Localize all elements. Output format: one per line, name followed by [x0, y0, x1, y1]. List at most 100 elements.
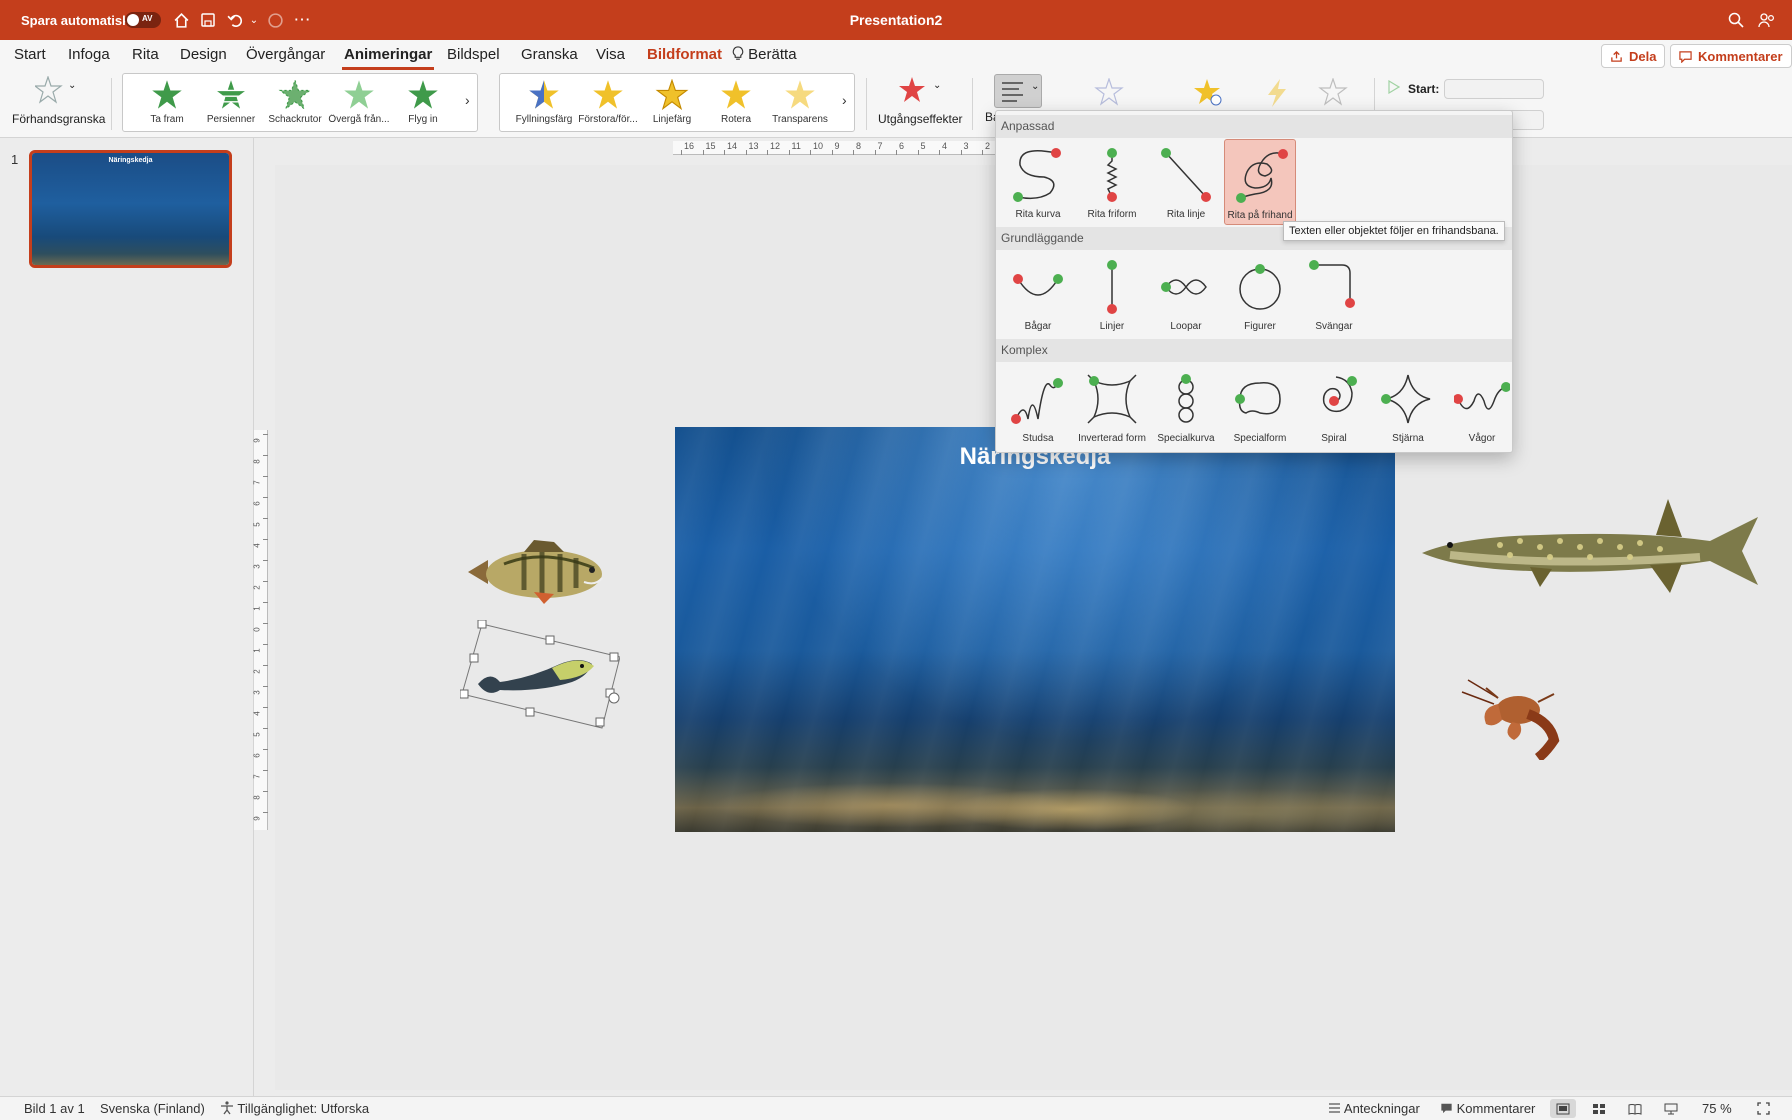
ruler-tick [681, 150, 682, 155]
effect-rotera[interactable]: Rotera [704, 74, 768, 131]
paths-dropdown-icon: ⌄ [1031, 81, 1040, 92]
path-label: Specialkurva [1157, 433, 1215, 444]
path-studsa[interactable]: Studsa [1002, 363, 1074, 449]
path-spiral[interactable]: Spiral [1298, 363, 1370, 449]
preview-button[interactable]: ⌄ Förhandsgranska [8, 74, 105, 132]
normal-view-icon[interactable] [1550, 1099, 1576, 1118]
fit-to-window-icon[interactable] [1750, 1099, 1776, 1118]
language-status[interactable]: Svenska (Finland) [100, 1101, 205, 1116]
spiral-icon [1322, 376, 1357, 413]
lightbulb-icon [732, 46, 744, 60]
path-inverterad-form[interactable]: Inverterad form [1076, 363, 1148, 449]
comments-button[interactable]: Kommentarer [1670, 44, 1792, 68]
tab-start[interactable]: Start [12, 44, 48, 70]
tab-bildspel[interactable]: Bildspel [445, 44, 502, 70]
motion-paths-button[interactable]: ⌄ [994, 74, 1042, 108]
effect-transparens[interactable]: Transparens [768, 74, 832, 131]
home-icon[interactable] [169, 8, 193, 32]
slideshow-icon[interactable] [1658, 1099, 1684, 1118]
path-figurer[interactable]: Figurer [1224, 251, 1296, 337]
path-linjer[interactable]: Linjer [1076, 251, 1148, 337]
path-specialkurva[interactable]: Specialkurva [1150, 363, 1222, 449]
path-label: Loopar [1170, 321, 1202, 332]
toggle-knob [127, 14, 139, 26]
perch-image[interactable] [464, 538, 618, 611]
effect-schackrutor[interactable]: Schackrutor [263, 74, 327, 131]
path-rita-kurva[interactable]: Rita kurva [1002, 139, 1074, 225]
share-button[interactable]: Dela [1601, 44, 1666, 68]
reorder-icon[interactable] [1318, 77, 1352, 113]
ruler-tick [917, 150, 919, 155]
effect-fyllningsfarg[interactable]: Fyllningsfärg [512, 74, 576, 131]
ruler-label: 7 [252, 480, 262, 485]
path-loopar[interactable]: Loopar [1150, 251, 1222, 337]
tab-overgangar[interactable]: Övergångar [244, 44, 327, 70]
ruler-label: 0 [252, 627, 262, 632]
ruler-tick [853, 150, 854, 155]
gallery-next-icon[interactable]: › [465, 92, 470, 108]
ruler-tick [263, 665, 268, 666]
tab-rita[interactable]: Rita [130, 44, 161, 70]
autosave-toggle[interactable]: AV [125, 12, 161, 28]
tab-infoga[interactable]: Infoga [66, 44, 112, 70]
rotate-star-icon [721, 80, 751, 109]
inverted-square-icon [1087, 374, 1137, 424]
loop-icon [1161, 279, 1207, 295]
status-comments-button[interactable]: Kommentarer [1440, 1101, 1535, 1116]
tab-design[interactable]: Design [178, 44, 229, 70]
ruler-tick [810, 150, 811, 155]
exit-effects-button[interactable]: ⌄ Utgångseffekter [875, 74, 965, 132]
selected-fish-image[interactable] [459, 619, 621, 730]
pike-image[interactable] [1420, 495, 1760, 600]
ruler-tick [702, 150, 704, 155]
effect-label: Linjefärg [652, 114, 692, 125]
effect-overga-fran[interactable]: Övergå från... [327, 74, 391, 131]
path-specialform[interactable]: Specialform [1224, 363, 1296, 449]
slide-sorter-icon[interactable] [1586, 1099, 1612, 1118]
crayfish-image[interactable] [1458, 668, 1568, 765]
people-icon[interactable] [1755, 8, 1779, 32]
path-stjarna[interactable]: Stjärna [1372, 363, 1444, 449]
toggle-state: AV [142, 14, 153, 23]
path-label: Figurer [1244, 321, 1276, 332]
accessibility-status[interactable]: Tillgänglighet: Utforska [220, 1101, 369, 1116]
path-svangar[interactable]: Svängar [1298, 251, 1370, 337]
comments-status-label: Kommentarer [1456, 1101, 1536, 1116]
redo-icon[interactable] [263, 8, 287, 32]
effect-options-icon[interactable] [1094, 77, 1128, 113]
tab-granska[interactable]: Granska [519, 44, 580, 70]
tab-bildformat[interactable]: Bildformat [645, 44, 724, 70]
section-komplex: Komplex [996, 339, 1512, 362]
ruler-tick [263, 644, 268, 645]
tab-beratta[interactable]: Berätta [730, 44, 799, 70]
effect-flyg-in[interactable]: Flyg in [391, 74, 455, 131]
tab-visa[interactable]: Visa [594, 44, 627, 70]
slide[interactable]: Näringskedja [675, 427, 1395, 832]
more-icon[interactable]: ⋯ [290, 8, 314, 32]
ruler-tick [263, 539, 268, 540]
grow-star-icon [593, 80, 623, 109]
path-rita-pa-frihand[interactable]: Rita på frihand [1224, 139, 1296, 225]
effect-ta-fram[interactable]: Ta fram [135, 74, 199, 131]
effect-forstora[interactable]: Förstora/för... [576, 74, 640, 131]
effect-label: Transparens [772, 114, 828, 125]
path-rita-friform[interactable]: Rita friform [1076, 139, 1148, 225]
path-bagar[interactable]: Bågar [1002, 251, 1074, 337]
path-vagor[interactable]: Vågor [1446, 363, 1518, 449]
search-icon[interactable] [1724, 8, 1748, 32]
start-select[interactable] [1444, 79, 1544, 99]
path-rita-linje[interactable]: Rita linje [1150, 139, 1222, 225]
effect-persienner[interactable]: Persienner [199, 74, 263, 131]
ruler-tick [263, 707, 268, 708]
animation-pane-icon[interactable] [1192, 78, 1226, 113]
save-icon[interactable] [196, 8, 220, 32]
effect-linjefarg[interactable]: Linjefärg [640, 74, 704, 131]
share-label: Dela [1629, 48, 1657, 64]
zoom-level[interactable]: 75 % [1702, 1101, 1732, 1116]
reading-view-icon[interactable] [1622, 1099, 1648, 1118]
slide-thumbnail[interactable]: Näringskedja [29, 150, 232, 268]
notes-button[interactable]: Anteckningar [1328, 1101, 1420, 1116]
gallery-next-icon[interactable]: › [842, 92, 847, 108]
trigger-icon[interactable] [1262, 78, 1292, 113]
tab-animeringar[interactable]: Animeringar [342, 44, 435, 70]
